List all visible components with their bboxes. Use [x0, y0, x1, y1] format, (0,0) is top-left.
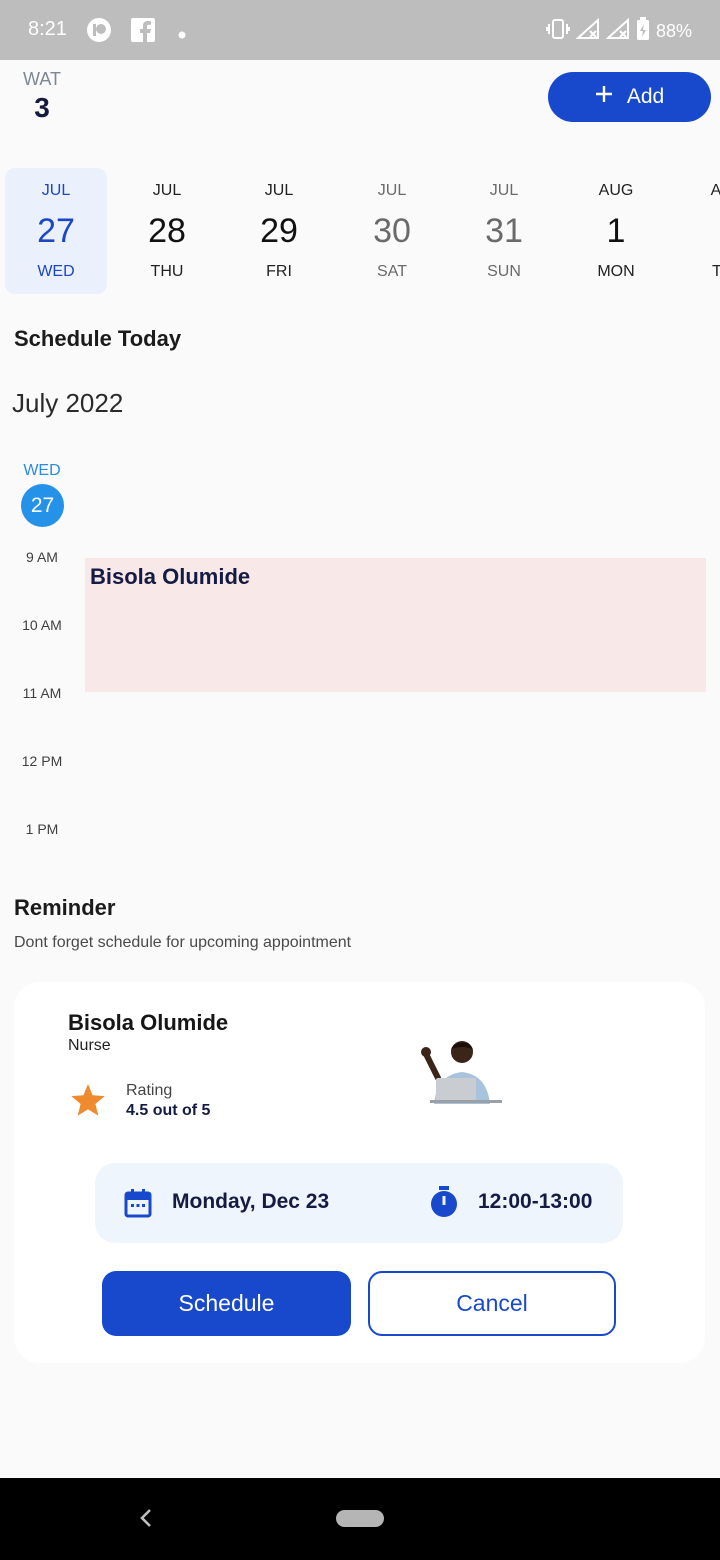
- cancel-button[interactable]: Cancel: [368, 1271, 616, 1336]
- system-navigation-bar: [0, 1478, 720, 1560]
- date-weekday: THU: [150, 263, 184, 280]
- reminder-card: Bisola Olumide Nurse Rating 4.5 out of 5…: [14, 982, 705, 1363]
- date-item-aug-1[interactable]: AUG 1 MON: [565, 168, 667, 294]
- doctor-name: Bisola Olumide: [68, 1010, 229, 1035]
- star-icon: [70, 1084, 106, 1123]
- hour-label: 10 AM: [22, 617, 62, 633]
- plus-icon: [595, 85, 613, 109]
- appointment-date: Monday, Dec 23: [172, 1190, 330, 1213]
- hour-label: 11 AM: [22, 685, 62, 701]
- rating-label: Rating: [126, 1082, 173, 1099]
- battery-icon: [636, 17, 650, 46]
- appointment-info: Monday, Dec 23 12:00-13:00: [95, 1163, 623, 1243]
- date-day: 30: [373, 212, 411, 250]
- today-date-badge[interactable]: 27: [21, 484, 64, 527]
- event-title: Bisola Olumide: [90, 564, 251, 589]
- date-month: JUL: [152, 182, 182, 199]
- reminder-title: Reminder: [14, 895, 116, 920]
- add-button-label: Add: [626, 85, 665, 108]
- status-bar: 8:21 88%: [0, 0, 720, 60]
- date-item-jul-30[interactable]: JUL 30 SAT: [341, 168, 443, 294]
- timer-icon: [430, 1186, 458, 1223]
- date-day: 1: [606, 212, 626, 250]
- date-weekday: SUN: [487, 263, 521, 280]
- schedule-button[interactable]: Schedule: [102, 1271, 351, 1336]
- hour-label: 12 PM: [21, 753, 63, 769]
- date-day: 28: [148, 212, 186, 250]
- app-notification-icon: [86, 17, 112, 48]
- date-month: AUG: [598, 182, 634, 199]
- month-label: July 2022: [12, 388, 124, 418]
- hour-label: 1 PM: [25, 821, 59, 837]
- doctor-photo: [416, 1034, 508, 1109]
- date-month: JUL: [264, 182, 294, 199]
- appointment-time: 12:00-13:00: [478, 1190, 593, 1213]
- status-time: 8:21: [28, 18, 67, 40]
- schedule-today-title: Schedule Today: [14, 326, 182, 351]
- add-button[interactable]: Add: [548, 72, 711, 122]
- battery-percent: 88%: [655, 21, 692, 41]
- calendar-icon: [124, 1188, 152, 1223]
- date-month: AUG: [710, 182, 720, 199]
- facebook-icon: [130, 17, 156, 48]
- dot-icon: [178, 26, 186, 44]
- calendar-event[interactable]: Bisola Olumide: [85, 558, 706, 692]
- doctor-role: Nurse: [68, 1037, 111, 1054]
- week-indicator: WAT 3: [20, 69, 64, 124]
- hour-label: 9 AM: [26, 549, 58, 565]
- reminder-subtitle: Dont forget schedule for upcoming appoin…: [14, 934, 352, 951]
- date-item-jul-27[interactable]: JUL 27 WED: [5, 168, 107, 294]
- home-pill[interactable]: [336, 1510, 384, 1527]
- week-number: 3: [34, 92, 50, 123]
- signal-icon: [575, 17, 600, 45]
- date-month: JUL: [41, 182, 71, 199]
- vibrate-icon: [545, 18, 570, 45]
- week-label: WAT: [23, 69, 61, 89]
- date-weekday: TUE: [712, 263, 720, 280]
- date-strip: JUL 27 WED JUL 28 THU JUL 29 FRI JUL 30 …: [0, 168, 720, 294]
- date-weekday: SAT: [377, 263, 407, 280]
- date-day: 31: [485, 212, 523, 250]
- date-month: JUL: [377, 182, 407, 199]
- back-icon[interactable]: [136, 1506, 156, 1535]
- rating-value: 4.5 out of 5: [126, 1102, 211, 1119]
- date-month: JUL: [489, 182, 519, 199]
- signal-icon-2: [605, 17, 630, 45]
- date-item-jul-28[interactable]: JUL 28 THU: [116, 168, 218, 294]
- date-item-jul-31[interactable]: JUL 31 SUN: [453, 168, 555, 294]
- date-item-jul-29[interactable]: JUL 29 FRI: [228, 168, 330, 294]
- date-day: 29: [260, 212, 298, 250]
- date-weekday: WED: [37, 263, 75, 280]
- calendar-day-of-week: WED: [23, 462, 61, 479]
- date-day: 27: [37, 212, 75, 250]
- date-item-aug-2[interactable]: AUG 2 TUE: [677, 168, 720, 294]
- date-weekday: MON: [597, 263, 635, 280]
- date-weekday: FRI: [266, 263, 292, 280]
- date-day: 2: [677, 212, 720, 251]
